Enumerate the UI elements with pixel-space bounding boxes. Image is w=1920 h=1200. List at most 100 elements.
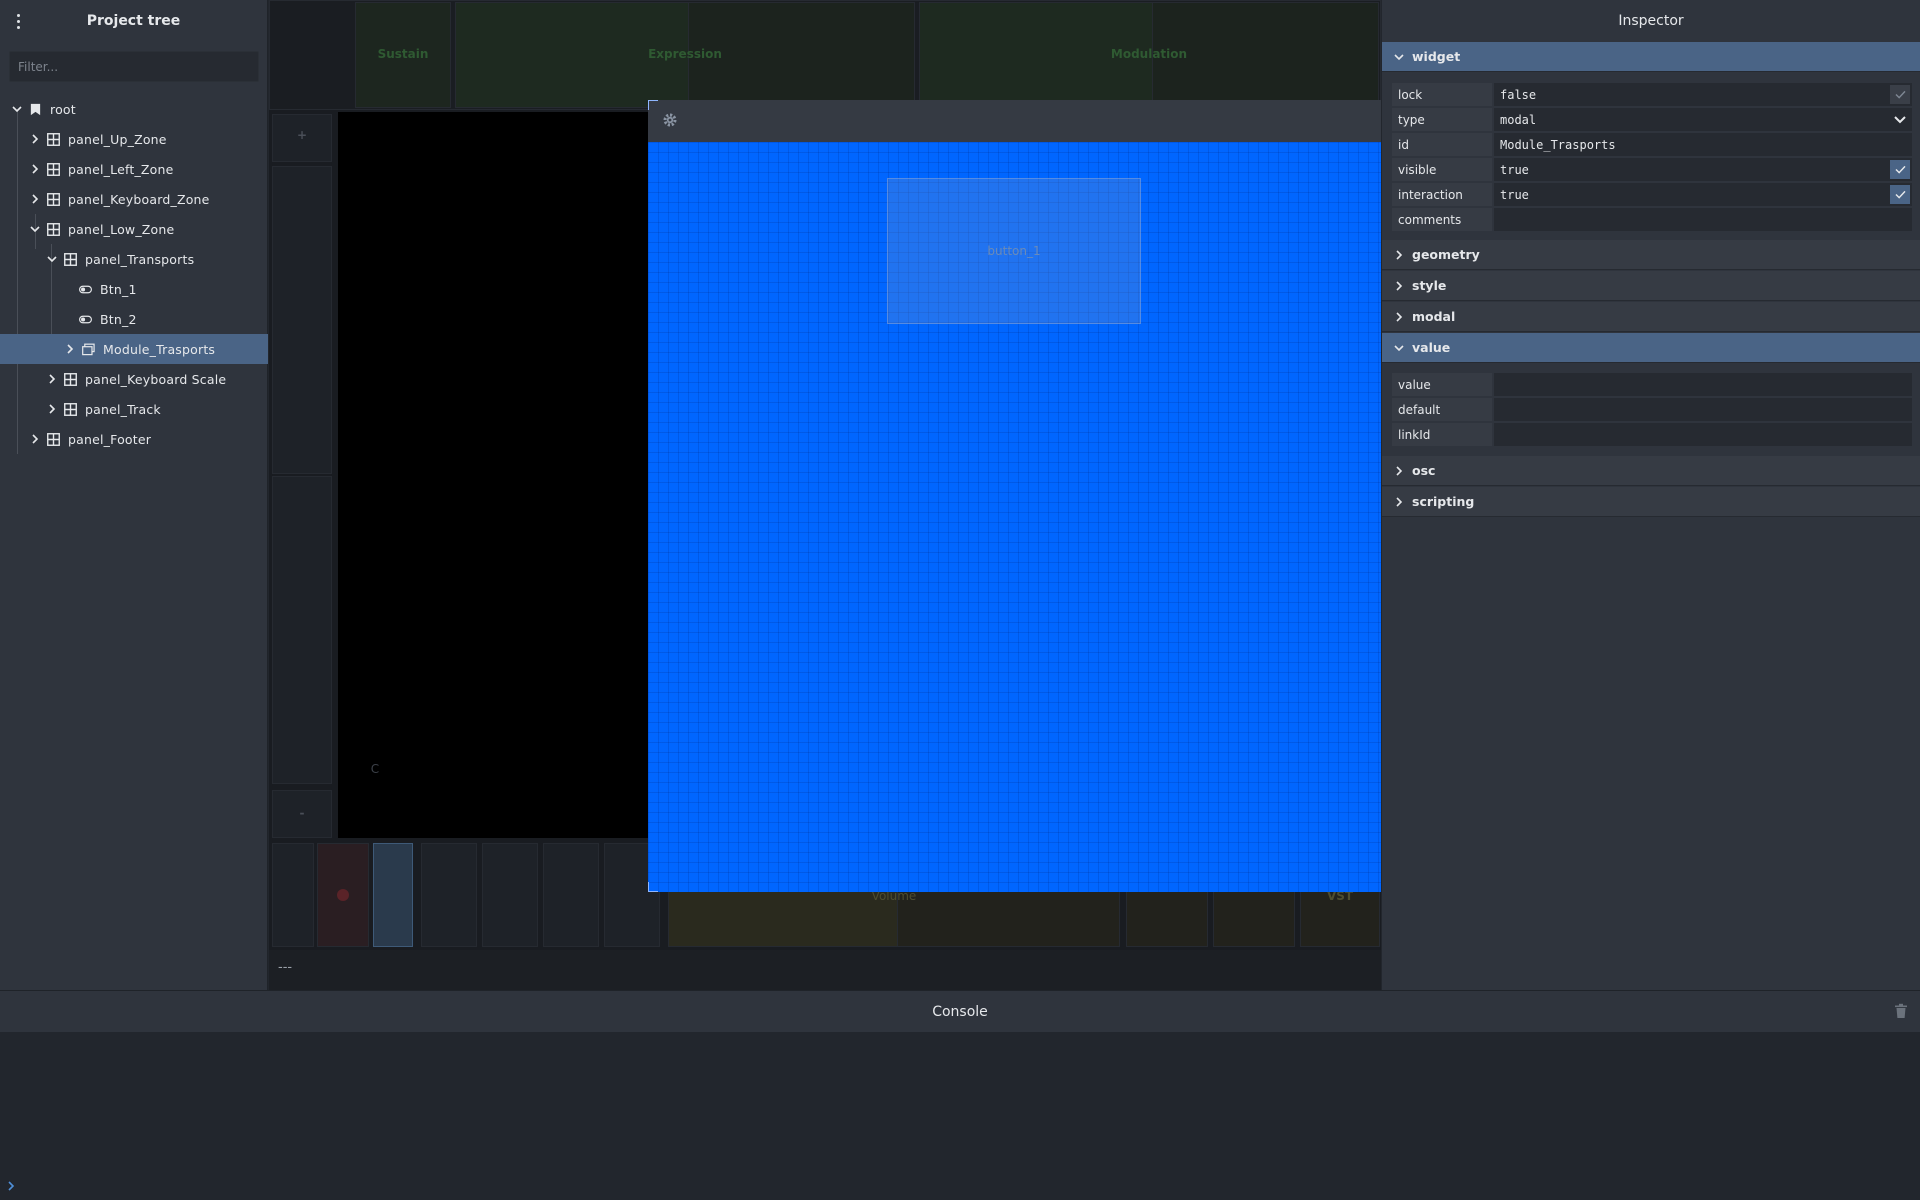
prop-interaction: interaction true [1392,183,1912,207]
inspector-title: Inspector [1618,13,1684,29]
prop-key: value [1392,373,1492,396]
chevron-right-icon [1392,310,1406,324]
chevron-down-icon[interactable] [10,102,24,116]
prop-value-default[interactable] [1494,398,1912,421]
grid-icon [46,192,60,206]
tree-item-panel-left-zone[interactable]: panel_Left_Zone [0,154,268,184]
chevron-down-icon[interactable] [45,252,59,266]
record-icon [337,889,349,901]
checkbox-lock[interactable] [1890,85,1910,104]
section-label: geometry [1412,247,1480,262]
project-tree-header: Project tree [0,0,267,42]
chevron-down-icon[interactable] [1892,112,1908,128]
grid-icon [46,162,60,176]
prop-value-interaction[interactable]: true [1494,183,1912,206]
chevron-down-icon [1392,50,1406,64]
checkbox-visible[interactable] [1890,160,1910,179]
tree-item-panel-low-zone[interactable]: panel_Low_Zone [0,214,268,244]
checkbox-interaction[interactable] [1890,185,1910,204]
chevron-right-icon[interactable] [28,192,42,206]
modal-widget[interactable]: button_1 [648,100,1381,892]
chevron-down-icon[interactable] [28,222,42,236]
prop-value-text: modal [1500,112,1537,127]
section-geometry[interactable]: geometry [1382,240,1920,270]
section-style[interactable]: style [1382,271,1920,301]
chevron-right-icon[interactable] [28,432,42,446]
prop-value-value[interactable] [1494,373,1912,396]
prop-value-text: Module_Trasports [1500,137,1616,152]
section-scripting[interactable]: scripting [1382,487,1920,517]
tree-item-label: root [50,101,76,117]
section-widget[interactable]: widget [1382,42,1920,72]
prop-type: type modal [1392,108,1912,132]
prop-visible: visible true [1392,158,1912,182]
prop-default: default [1392,398,1912,422]
resize-handle[interactable] [648,882,658,892]
modal-button[interactable]: button_1 [887,178,1141,324]
section-osc[interactable]: osc [1382,456,1920,486]
tree-item-label: panel_Low_Zone [68,221,175,237]
prop-value-id[interactable]: Module_Trasports [1494,133,1912,156]
prop-value-visible[interactable]: true [1494,158,1912,181]
tree-item-panel-footer[interactable]: panel_Footer [0,424,268,454]
chevron-right-icon[interactable] [6,1176,18,1191]
gear-icon[interactable] [662,112,678,128]
tree-item-label: panel_Footer [68,431,152,447]
tree-item-module-trasports[interactable]: Module_Trasports [0,334,268,364]
prop-value-type[interactable]: modal [1494,108,1912,131]
section-label: widget [1412,49,1461,64]
tree-item-root[interactable]: root [0,94,268,124]
tree-item-label: panel_Transports [85,251,195,267]
console-panel: Console [0,990,1920,1200]
prop-key: visible [1392,158,1492,181]
grid-icon [46,432,60,446]
tree-item-panel-transports[interactable]: panel_Transports [0,244,268,274]
tree-item-label: Module_Trasports [103,341,216,357]
chevron-right-icon[interactable] [63,342,77,356]
toggle-icon [78,282,92,296]
filter-input[interactable] [9,51,259,82]
tree-item-panel-keyboard-scale[interactable]: panel_Keyboard Scale [0,364,268,394]
tree-item-panel-keyboard-zone[interactable]: panel_Keyboard_Zone [0,184,268,214]
tree-item-label: panel_Left_Zone [68,161,174,177]
bookmark-icon [28,102,42,116]
minus-label: - [299,806,305,820]
tree-item-btn-1[interactable]: Btn_1 [0,274,268,304]
chevron-down-icon [1392,341,1406,355]
modal-content[interactable]: button_1 [648,142,1381,892]
section-value[interactable]: value [1382,333,1920,363]
trash-icon[interactable] [1894,1003,1910,1021]
chevron-right-icon [1392,464,1406,478]
c-note-label: C [370,762,380,776]
chevron-right-icon[interactable] [28,132,42,146]
prop-value-lock[interactable]: false [1494,83,1912,106]
prop-value-comments[interactable] [1494,208,1912,231]
prop-value-linkid[interactable] [1494,423,1912,446]
section-label: osc [1412,463,1436,478]
inspector-header: Inspector [1382,0,1920,42]
prop-lock: lock false [1392,83,1912,107]
editor-canvas[interactable]: Sustain Expression Modulation + - C Volu… [269,0,1381,990]
tree-item-panel-up-zone[interactable]: panel_Up_Zone [0,124,268,154]
tree-item-btn-2[interactable]: Btn_2 [0,304,268,334]
sustain-label: Sustain [377,47,429,61]
prop-key: type [1392,108,1492,131]
status-text: --- [278,960,293,975]
prop-key: interaction [1392,183,1492,206]
modal-titlebar[interactable] [648,100,1381,142]
tree-item-label: panel_Track [85,401,161,417]
collapse-widget [482,843,538,947]
chevron-right-icon[interactable] [28,162,42,176]
canvas-status-bar: --- [269,950,1381,990]
expression-label: Expression [648,47,722,61]
resize-handle[interactable] [648,100,658,110]
section-modal[interactable]: modal [1382,302,1920,332]
chevron-right-icon[interactable] [45,372,59,386]
section-label: style [1412,278,1447,293]
chevron-right-icon[interactable] [45,402,59,416]
prop-value: value [1392,373,1912,397]
modal-window-icon [81,342,95,356]
tree-item-panel-track[interactable]: panel_Track [0,394,268,424]
section-label: modal [1412,309,1456,324]
kebab-menu-icon[interactable] [10,10,26,32]
